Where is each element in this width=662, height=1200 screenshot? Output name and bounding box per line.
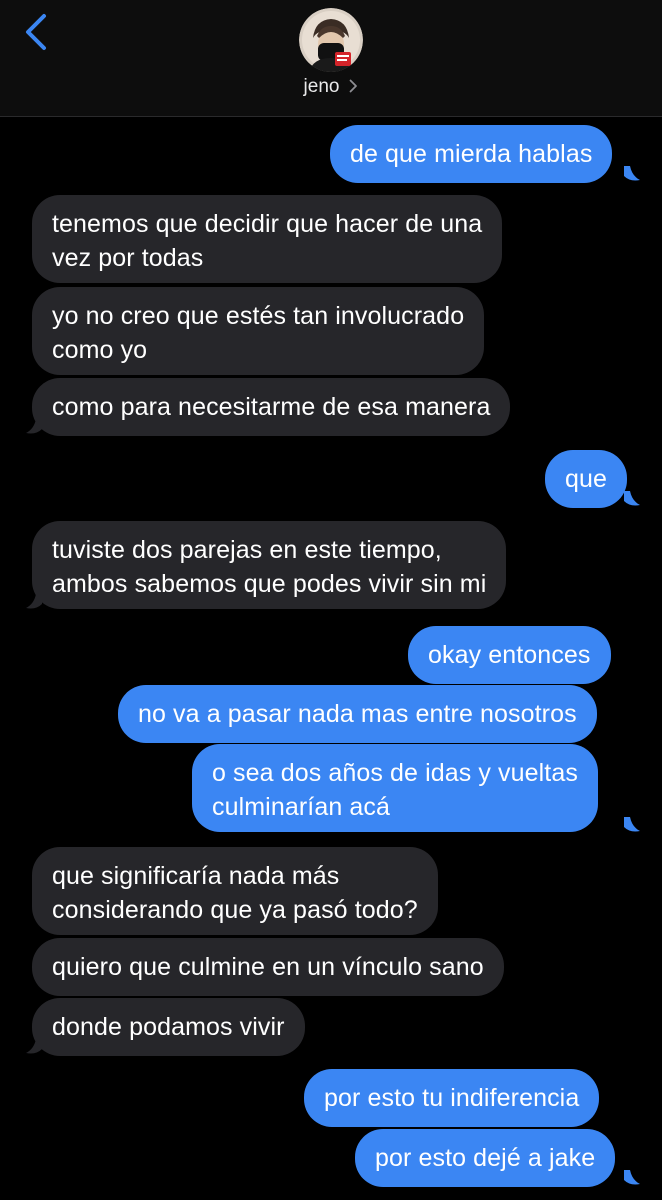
incoming-message[interactable]: tuviste dos parejas en este tiempo, ambo… [32,521,507,609]
incoming-message[interactable]: como para necesitarme de esa manera [32,378,511,436]
outgoing-message[interactable]: que [545,450,628,508]
outgoing-bubble-tail [624,817,640,832]
message-line: considerando que ya pasó todo? [52,896,418,924]
message-text: por esto dejé a jake [375,1144,596,1172]
chevron-left-icon [26,14,46,50]
incoming-bubble-tail [26,1039,42,1054]
message-line: como yo [52,336,148,364]
incoming-message[interactable]: quiero que culmine en un vínculo sano [32,938,504,996]
conversation-header: jeno [0,0,662,117]
chevron-right-icon [349,77,358,99]
contact-name-button[interactable]: jeno [0,76,662,99]
message-line: vez por todas [52,244,204,272]
outgoing-bubble-tail [624,166,640,181]
message-line: tenemos que decidir que hacer de una [52,210,483,238]
back-button[interactable] [20,12,56,56]
contact-avatar[interactable] [299,8,363,72]
outgoing-message[interactable]: por esto tu indiferencia [304,1069,600,1127]
message-line: yo no creo que estés tan involucrado [52,302,465,330]
outgoing-bubble-tail [624,1170,640,1185]
outgoing-message[interactable]: o sea dos años de idas y vueltas culmina… [192,744,598,832]
message-text: por esto tu indiferencia [324,1084,580,1112]
message-text: de que mierda hablas [350,140,593,168]
message-line: ambos sabemos que podes vivir sin mi [52,570,487,598]
message-text: que [565,465,608,493]
message-text: donde podamos vivir [52,1013,285,1041]
contact-name: jeno [303,76,340,97]
message-line: que significaría nada más [52,862,340,890]
message-text: no va a pasar nada mas entre nosotros [138,700,577,728]
incoming-bubble-tail [26,419,42,434]
message-line: o sea dos años de idas y vueltas [212,759,578,787]
message-text: como para necesitarme de esa manera [52,393,491,421]
incoming-bubble-tail [26,594,42,609]
outgoing-bubble-tail [624,491,640,506]
message-text: quiero que culmine en un vínculo sano [52,953,484,981]
incoming-message[interactable]: tenemos que decidir que hacer de una vez… [32,195,503,283]
message-line: tuviste dos parejas en este tiempo, [52,536,442,564]
outgoing-message[interactable]: no va a pasar nada mas entre nosotros [118,685,597,743]
message-text: okay entonces [428,641,591,669]
outgoing-message[interactable]: okay entonces [408,626,611,684]
contact-photo [299,8,363,72]
incoming-message[interactable]: que significaría nada más considerando q… [32,847,438,935]
message-line: culminarían acá [212,793,390,821]
outgoing-message[interactable]: por esto dejé a jake [355,1129,616,1187]
incoming-message[interactable]: yo no creo que estés tan involucrado com… [32,287,485,375]
outgoing-message[interactable]: de que mierda hablas [330,125,613,183]
incoming-message[interactable]: donde podamos vivir [32,998,305,1056]
